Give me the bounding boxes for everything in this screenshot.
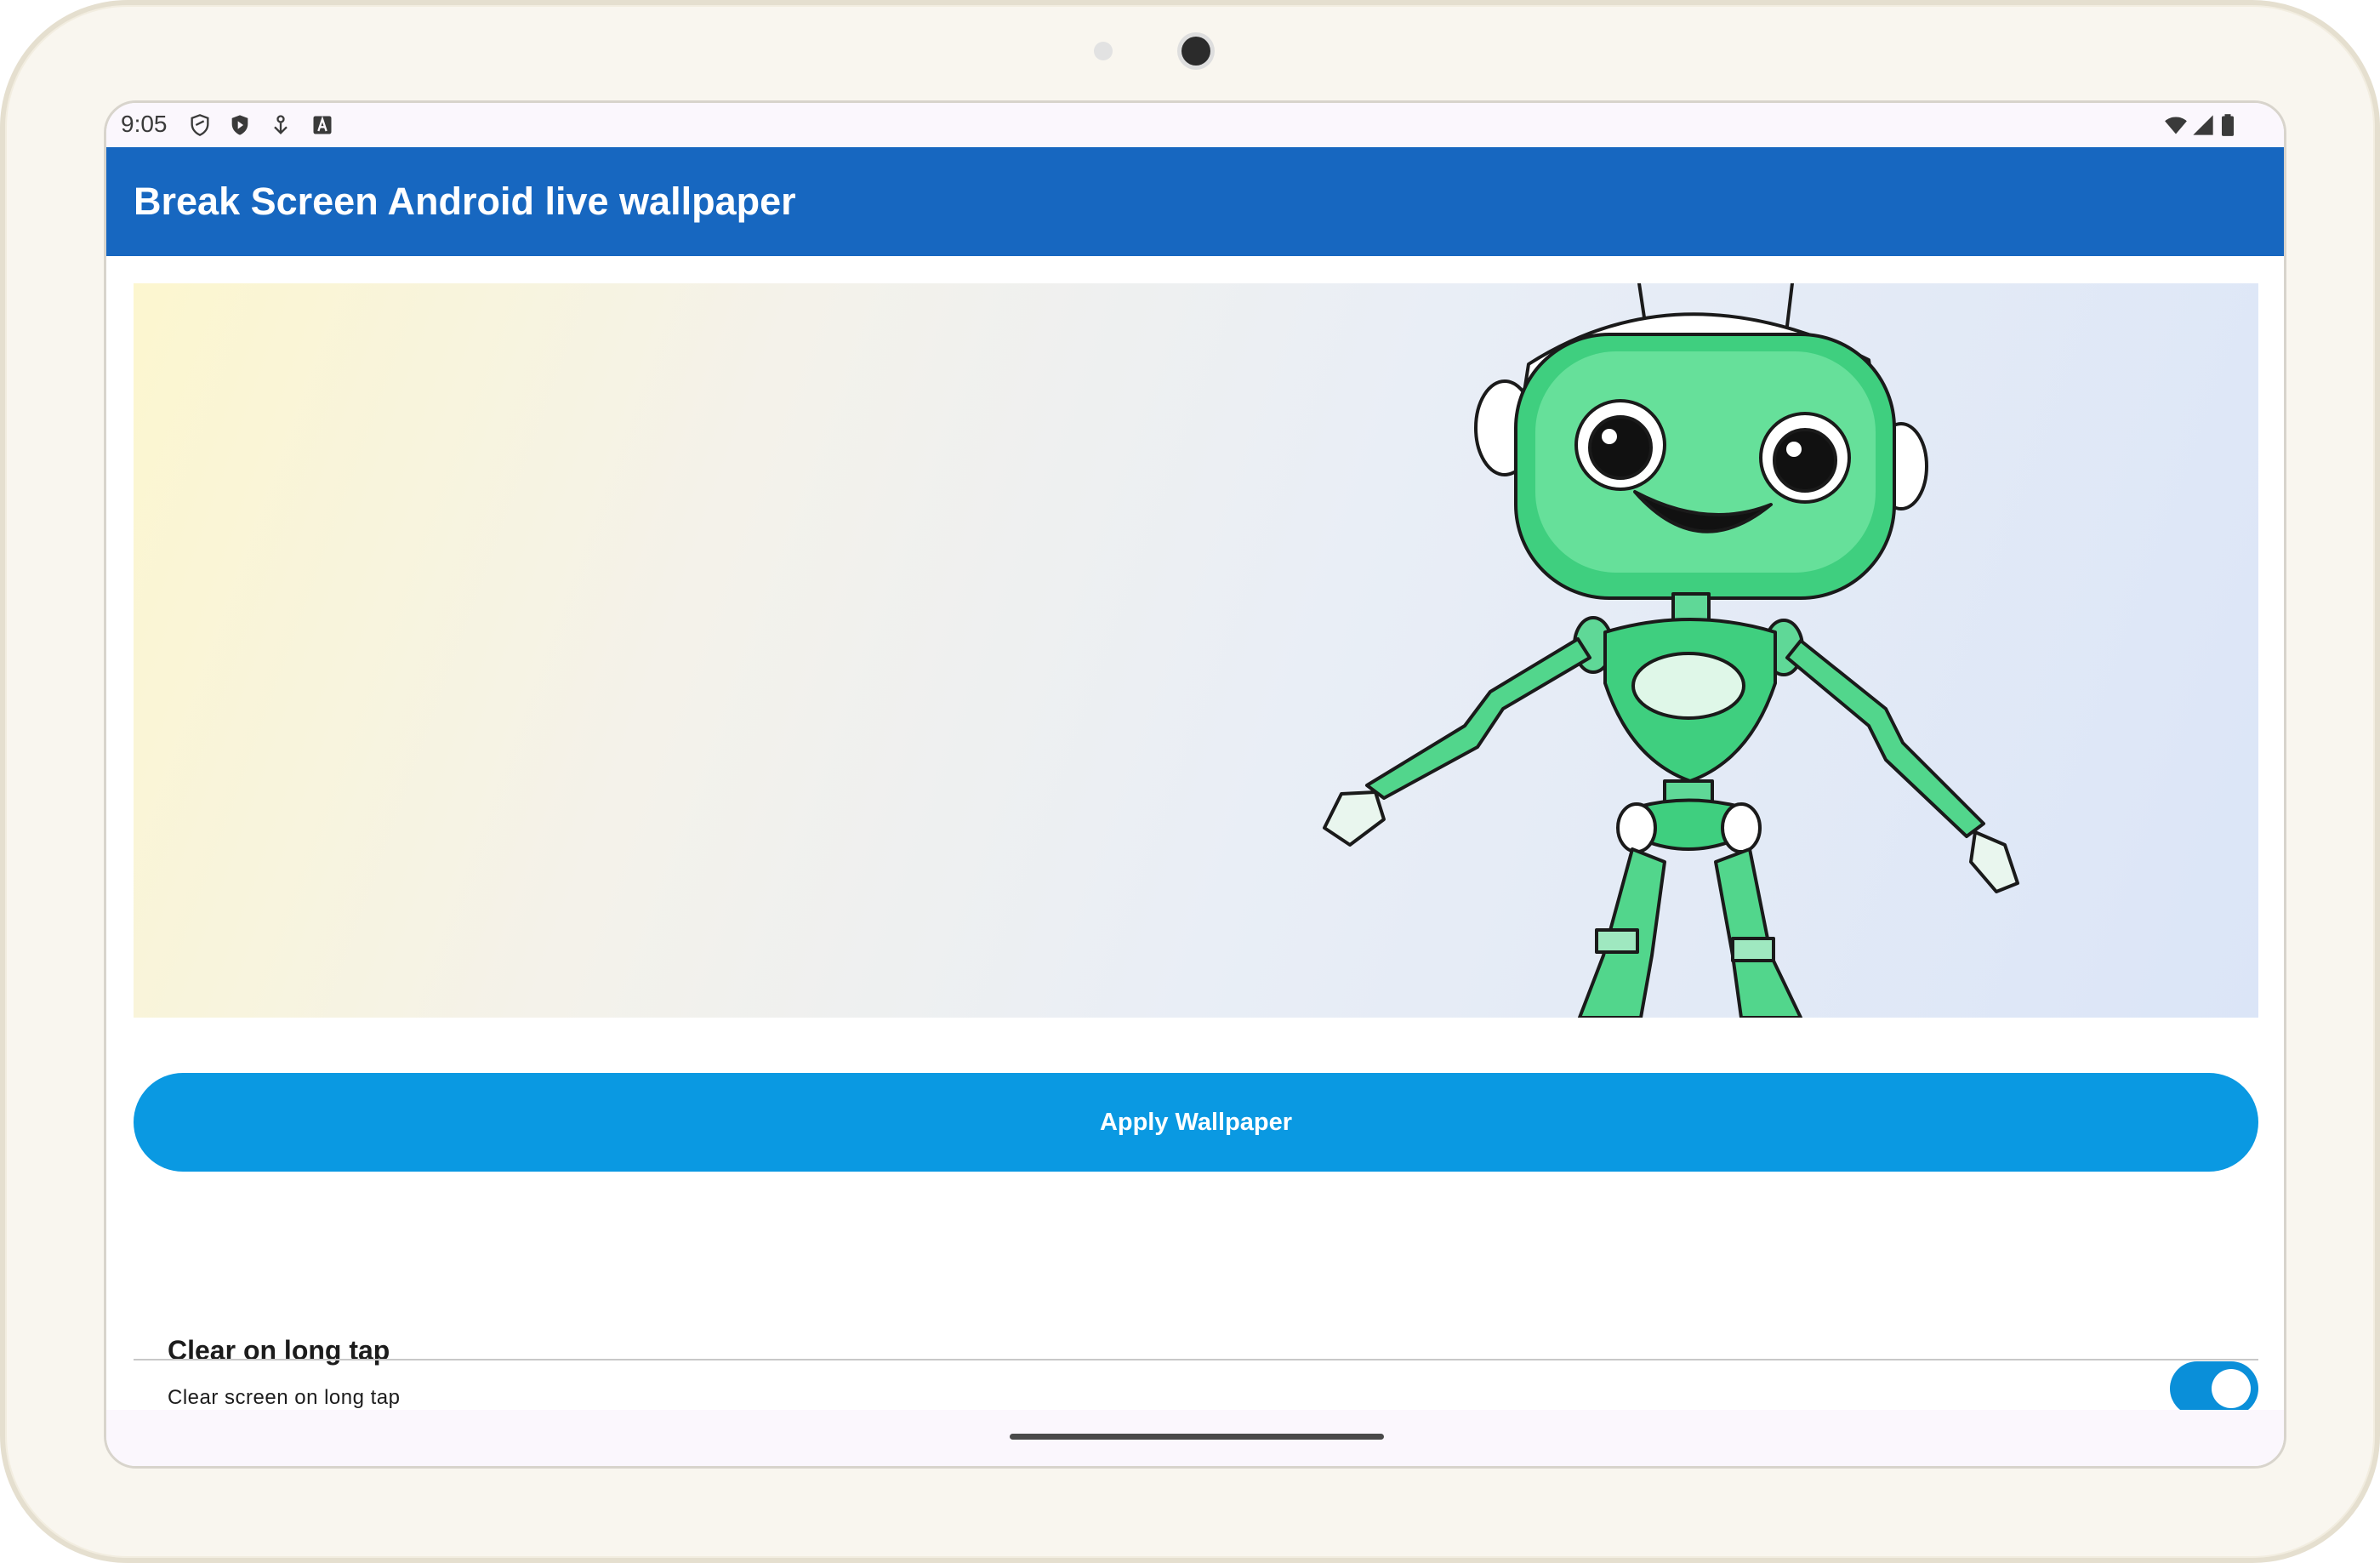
wallpaper-preview [134,283,2258,1018]
shield-outline-icon [191,114,209,136]
app-bar: Break Screen Android live wallpaper [106,147,2284,256]
preference-title: Clear on long tap [168,1335,390,1366]
battery-icon [2222,114,2234,136]
tablet-frame: 9:05 Break Screen Android live wallpaper… [0,0,2380,1563]
preference-clear-on-long-tap[interactable]: Clear on long tap Clear screen on long t… [134,1294,2258,1416]
preference-divider [134,1359,2258,1360]
toggle-knob [2212,1369,2251,1408]
cellular-signal-icon [2193,115,2213,135]
front-camera [1181,37,1210,66]
apply-wallpaper-button[interactable]: Apply Wallpaper [134,1073,2258,1172]
status-time: 9:05 [121,111,168,137]
status-bar: 9:05 [106,103,2284,147]
screen: 9:05 Break Screen Android live wallpaper… [104,100,2286,1469]
clear-on-long-tap-toggle[interactable] [2170,1361,2258,1416]
sensor-dot [1094,42,1113,60]
green-robot-illustration [1323,283,2019,1018]
play-shield-icon [231,115,248,135]
home-gesture-handle[interactable] [1010,1434,1384,1440]
font-a-icon [313,116,332,134]
navigation-bar [106,1410,2284,1466]
download-person-icon [274,115,288,134]
wifi-icon [2165,117,2187,134]
app-title: Break Screen Android live wallpaper [134,180,796,223]
preference-summary: Clear screen on long tap [168,1386,401,1409]
